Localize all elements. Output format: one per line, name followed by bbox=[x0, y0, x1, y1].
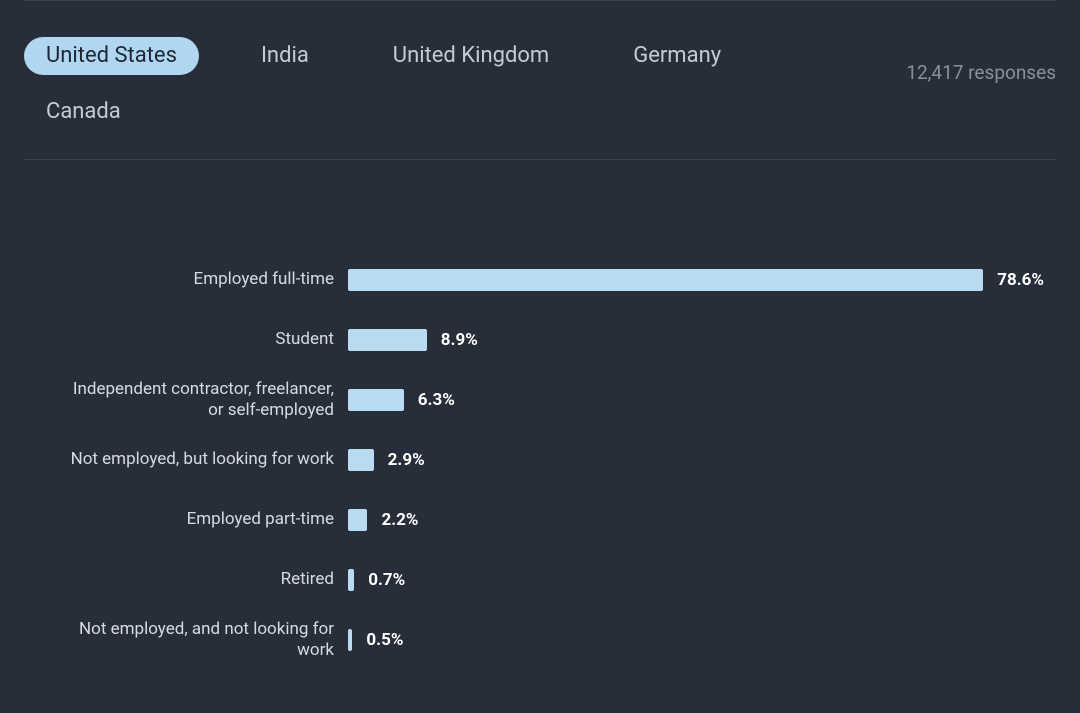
bar-value: 8.9% bbox=[441, 330, 478, 350]
bar-track: 2.9% bbox=[348, 449, 1044, 471]
bar-fill bbox=[348, 389, 404, 411]
bar-value: 0.7% bbox=[368, 570, 405, 590]
bar-label: Retired bbox=[64, 569, 348, 590]
bar-fill bbox=[348, 329, 427, 351]
bar-value: 2.2% bbox=[381, 510, 418, 530]
survey-chart-panel: United States India United Kingdom Germa… bbox=[0, 0, 1080, 670]
bar-label: Not employed, and not looking for work bbox=[64, 619, 348, 662]
bar-row: Student 8.9% bbox=[64, 310, 1044, 370]
bar-value: 6.3% bbox=[418, 390, 455, 410]
bar-label: Student bbox=[64, 329, 348, 350]
bar-fill bbox=[348, 569, 354, 591]
tab-united-kingdom[interactable]: United Kingdom bbox=[371, 37, 571, 75]
bar-fill bbox=[348, 629, 352, 651]
bar-label: Employed part-time bbox=[64, 509, 348, 530]
bar-value: 2.9% bbox=[388, 450, 425, 470]
bar-chart: Employed full-time 78.6% Student 8.9% In… bbox=[24, 160, 1056, 670]
header-row: United States India United Kingdom Germa… bbox=[24, 1, 1056, 159]
bar-row: Employed full-time 78.6% bbox=[64, 250, 1044, 310]
tab-india[interactable]: India bbox=[239, 37, 331, 75]
bar-track: 2.2% bbox=[348, 509, 1044, 531]
bar-track: 8.9% bbox=[348, 329, 1044, 351]
bar-track: 0.7% bbox=[348, 569, 1044, 591]
bar-row: Retired 0.7% bbox=[64, 550, 1044, 610]
bar-fill bbox=[348, 269, 983, 291]
bar-value: 0.5% bbox=[366, 630, 403, 650]
country-tabs: United States India United Kingdom Germa… bbox=[24, 37, 744, 131]
bar-label: Not employed, but looking for work bbox=[64, 449, 348, 470]
bar-value: 78.6% bbox=[997, 270, 1044, 290]
bar-row: Independent contractor, freelancer, or s… bbox=[64, 370, 1044, 430]
bar-track: 78.6% bbox=[348, 269, 1044, 291]
bar-row: Employed part-time 2.2% bbox=[64, 490, 1044, 550]
bar-track: 0.5% bbox=[348, 629, 1044, 651]
tab-canada[interactable]: Canada bbox=[24, 93, 143, 131]
bar-label: Employed full-time bbox=[64, 269, 348, 290]
tab-germany[interactable]: Germany bbox=[611, 37, 743, 75]
tab-united-states[interactable]: United States bbox=[24, 37, 199, 75]
bar-row: Not employed, but looking for work 2.9% bbox=[64, 430, 1044, 490]
bar-fill bbox=[348, 449, 374, 471]
responses-count: 12,417 responses bbox=[906, 61, 1056, 84]
bar-fill bbox=[348, 509, 367, 531]
bar-row: Not employed, and not looking for work 0… bbox=[64, 610, 1044, 670]
bar-label: Independent contractor, freelancer, or s… bbox=[64, 379, 348, 422]
bar-track: 6.3% bbox=[348, 389, 1044, 411]
